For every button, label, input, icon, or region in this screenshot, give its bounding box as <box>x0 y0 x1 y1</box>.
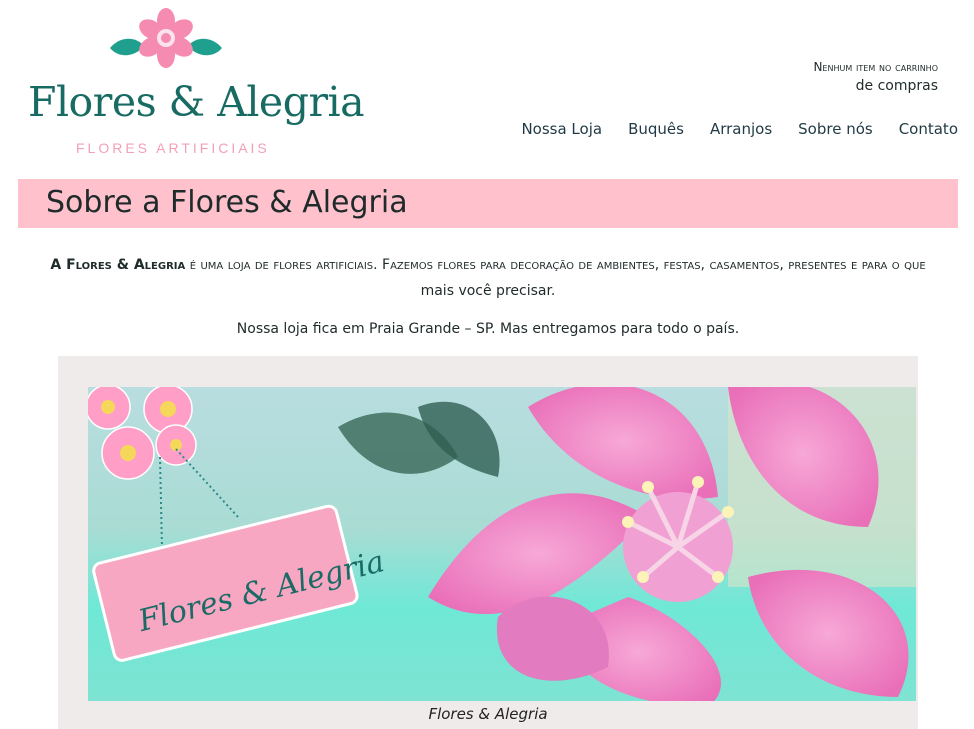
nav-item-buques[interactable]: Buquês <box>628 120 684 138</box>
site-logo[interactable]: Flores & Alegria FLORES ARTIFICIAIS <box>24 6 365 156</box>
page-title: Sobre a Flores & Alegria <box>46 185 408 220</box>
figure-caption: Flores & Alegria <box>428 705 548 723</box>
intro-paragraph: A Flores & Alegria é uma loja de flores … <box>18 252 958 304</box>
cart-status[interactable]: Nenhum item no carrinho de compras <box>813 60 938 94</box>
about-figure: Flores & Alegria Flores & Alegria <box>58 356 918 729</box>
about-photo: Flores & Alegria <box>88 387 916 701</box>
intro-text: é uma loja de flores artificiais. Fazemo… <box>185 257 926 273</box>
logo-title: Flores & Alegria <box>28 78 365 126</box>
nav-item-sobre-nos[interactable]: Sobre nós <box>798 120 873 138</box>
location-paragraph: Nossa loja fica em Praia Grande – SP. Ma… <box>236 321 740 337</box>
main-nav: Nossa Loja Buquês Arranjos Sobre nós Con… <box>521 120 958 138</box>
nav-item-nossa-loja[interactable]: Nossa Loja <box>521 120 602 138</box>
page-title-banner: Sobre a Flores & Alegria <box>18 179 958 228</box>
logo-tagline: FLORES ARTIFICIAIS <box>76 140 270 156</box>
nav-item-contato[interactable]: Contato <box>899 120 958 138</box>
cart-status-line1: Nenhum item no carrinho <box>813 60 938 74</box>
flower-photo-illustration: Flores & Alegria <box>88 387 916 701</box>
logo-flower-icon <box>110 8 222 68</box>
intro-brand-name: A Flores & Alegria <box>50 257 186 273</box>
nav-item-arranjos[interactable]: Arranjos <box>710 120 772 138</box>
cart-status-line2: de compras <box>855 78 938 94</box>
intro-text-line2: mais você precisar. <box>420 283 556 299</box>
